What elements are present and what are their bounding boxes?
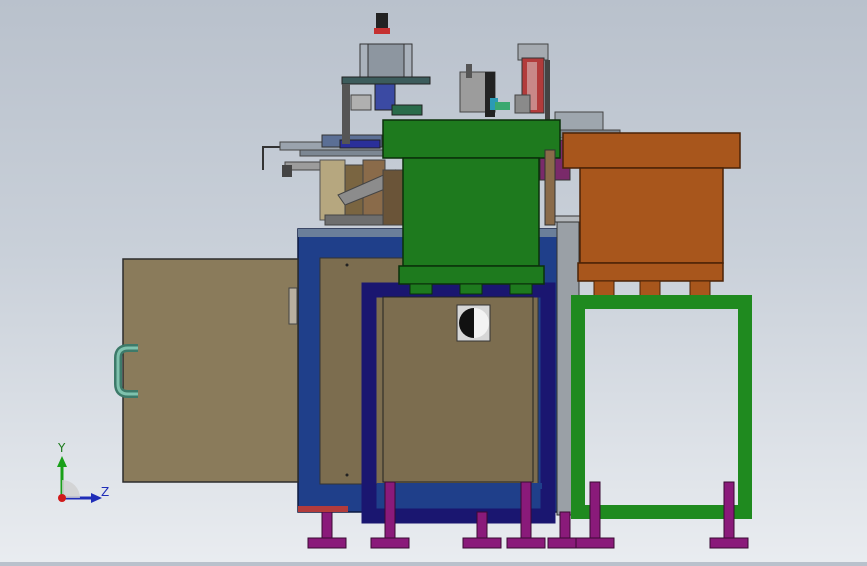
cabinet-door[interactable] bbox=[114, 258, 299, 483]
vibration-bowl-tank bbox=[382, 119, 561, 295]
indicator-dial-icon bbox=[459, 308, 489, 338]
base-plate bbox=[298, 506, 348, 512]
x-axis-dot-icon bbox=[58, 494, 66, 502]
cad-viewport[interactable]: Y Z bbox=[0, 0, 867, 562]
hopper-stand-frame bbox=[571, 295, 752, 519]
machine-assembly-model[interactable] bbox=[0, 0, 867, 562]
left-feeder-mechanism bbox=[262, 134, 404, 226]
y-axis-label: Y bbox=[58, 441, 66, 455]
z-axis-label: Z bbox=[101, 485, 110, 499]
orange-hopper bbox=[562, 132, 741, 297]
